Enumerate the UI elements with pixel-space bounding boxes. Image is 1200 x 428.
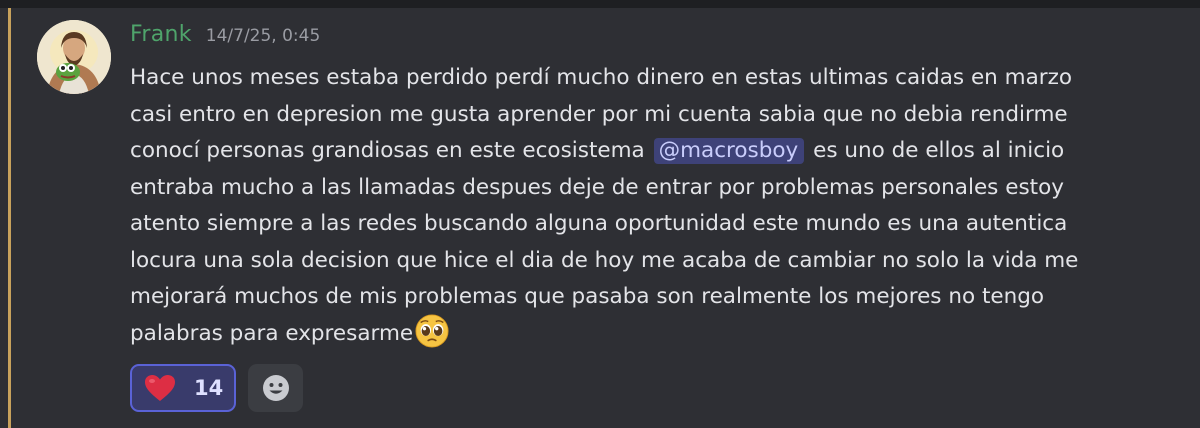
message-text: es uno de ellos al inicio (813, 138, 1065, 163)
message-line: locura una sola decision que hice el dia… (130, 247, 1079, 273)
avatar[interactable] (37, 20, 111, 94)
message-timestamp[interactable]: 14/7/25, 0:45 (206, 26, 321, 46)
message-line: Hace unos meses estaba perdido perdí muc… (130, 65, 1073, 90)
message-text: palabras para expresarme (130, 320, 414, 346)
red-heart-icon (145, 375, 175, 401)
user-mention[interactable]: @macrosboy (653, 138, 805, 164)
message-text: conocí personas grandiosas en este ecosi… (130, 138, 645, 163)
message-header: Frank 14/7/25, 0:45 (130, 22, 320, 54)
smiley-add-reaction-icon (262, 375, 289, 401)
message-line: casi entro en depresion me gusta aprende… (130, 101, 1068, 127)
chat-message[interactable]: Frank 14/7/25, 0:45 Hace unos meses esta… (11, 8, 1200, 428)
reaction-heart[interactable]: 14 (130, 364, 236, 412)
message-line: palabras para expresarme (130, 313, 1190, 353)
message-line: entraba mucho a las llamadas despues dej… (130, 174, 1064, 200)
message-line: mejorará muchos de mis problemas que pas… (130, 284, 1045, 309)
pleading-face-emoji-icon[interactable] (415, 313, 449, 348)
reaction-count: 14 (194, 376, 224, 400)
message-line-with-mention: conocí personas grandiosas en este ecosi… (130, 133, 1190, 170)
username[interactable]: Frank (130, 22, 192, 47)
message-line: atento siempre a las redes buscando algu… (130, 211, 1068, 236)
top-divider (0, 0, 1200, 8)
avatar-image (37, 20, 111, 94)
message-content: Hace unos meses estaba perdido perdí muc… (130, 60, 1190, 352)
add-reaction-button[interactable] (248, 364, 303, 412)
